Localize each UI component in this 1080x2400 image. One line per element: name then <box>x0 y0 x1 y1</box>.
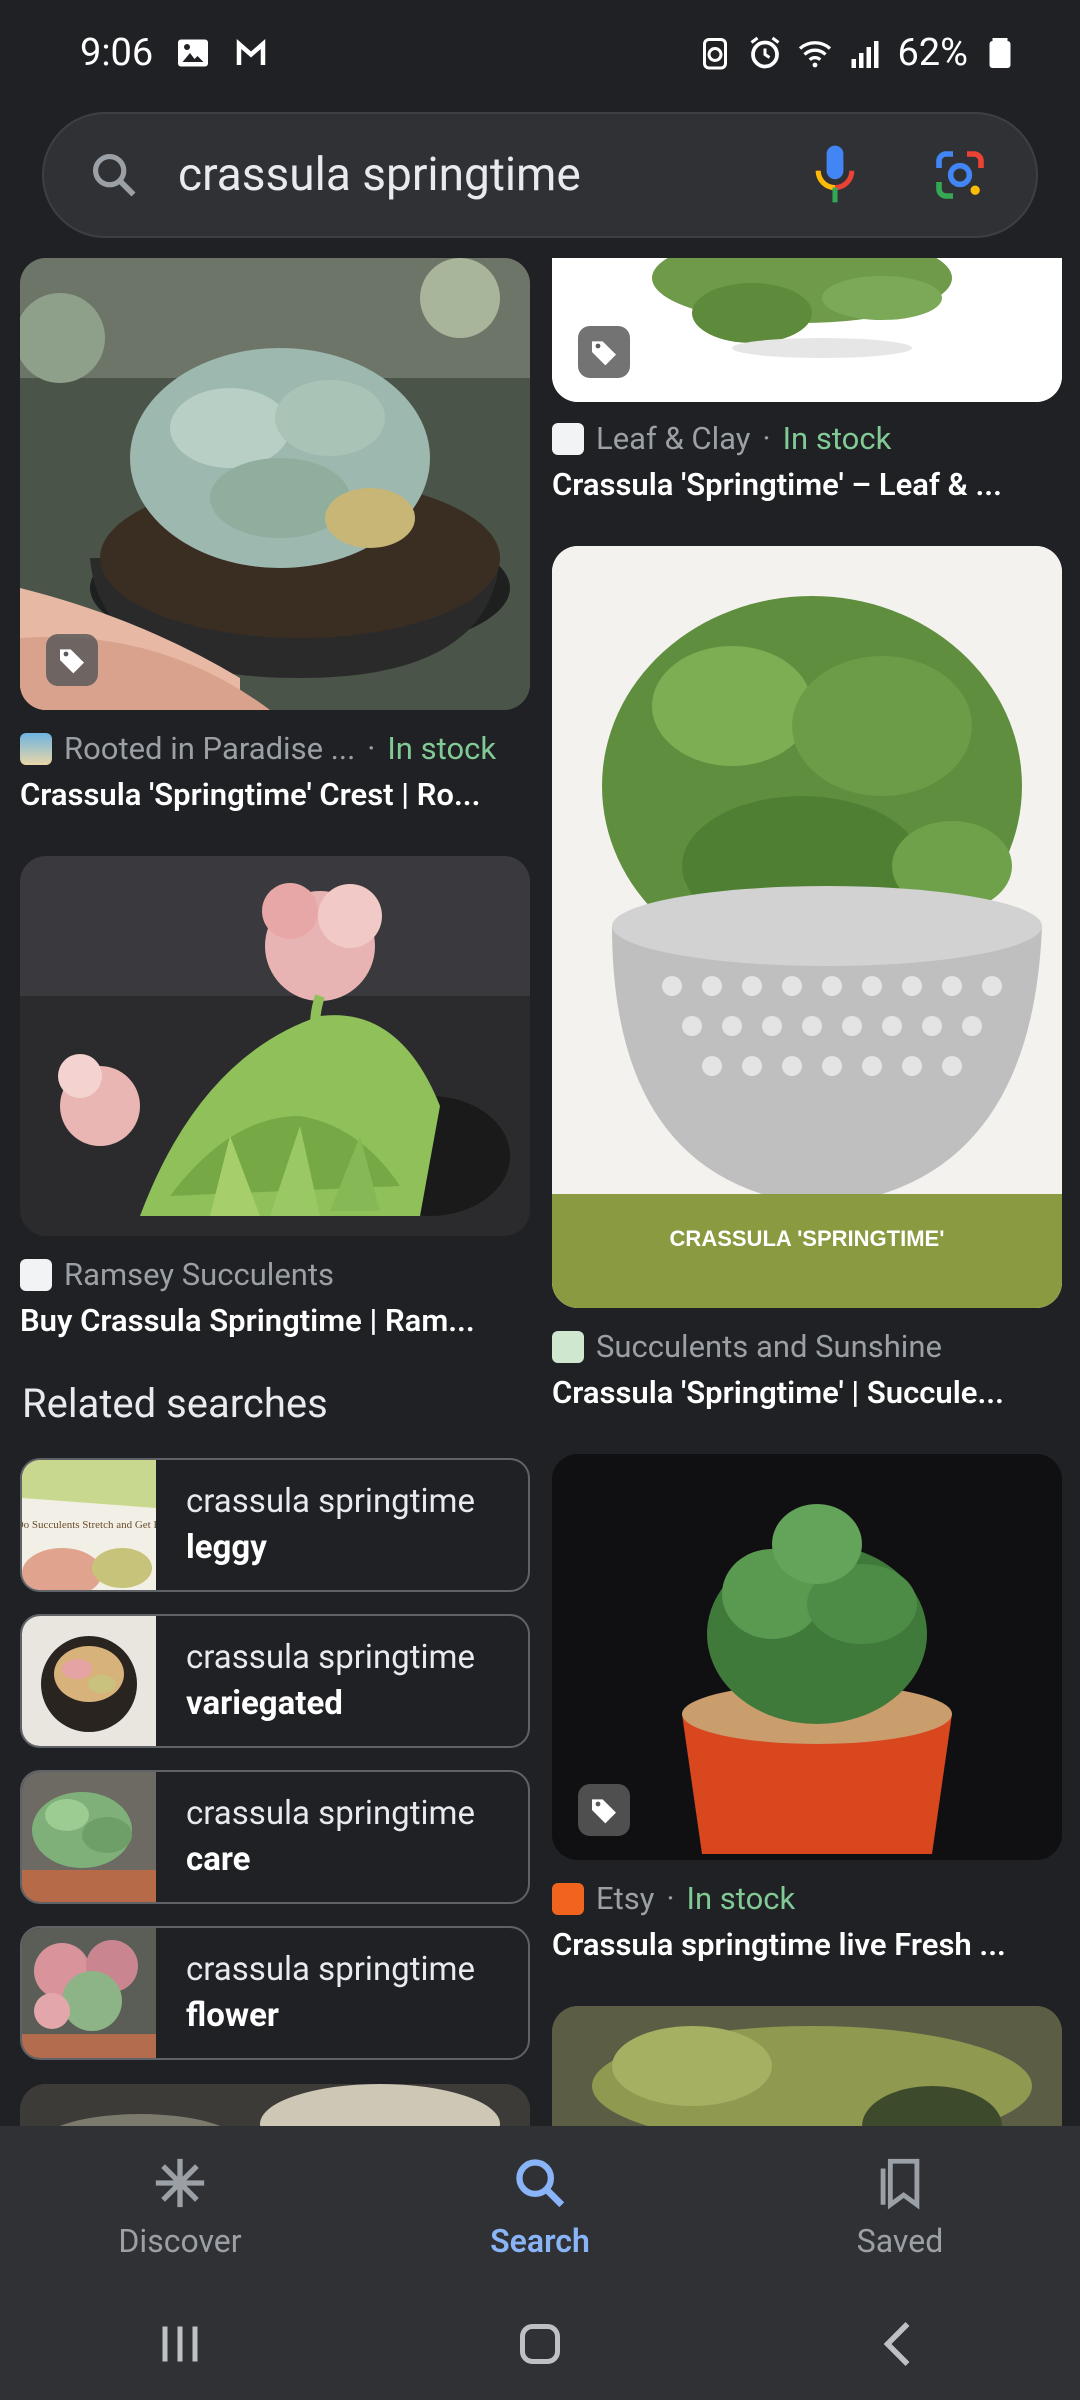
partial-blurred-photo <box>552 2006 1062 2126</box>
result-image-leaf-and-clay[interactable] <box>552 258 1062 402</box>
search-icon <box>516 2159 565 2208</box>
related-suffix: care <box>186 1840 251 1879</box>
status-time: 9:06 <box>80 30 154 75</box>
nav-search[interactable]: Search <box>390 2154 690 2260</box>
related-suffix: leggy <box>186 1528 267 1567</box>
related-search-text: crassula springtime variegated <box>156 1635 475 1727</box>
ramsey-succulents-favicon <box>20 1258 52 1291</box>
related-thumb: Why Do Succulents Stretch and Get Leggy? <box>22 1460 156 1590</box>
image-caption: CRASSULA 'SPRINGTIME' <box>669 1226 945 1251</box>
google-lens-icon[interactable] <box>932 147 988 203</box>
result-image-ramsey-succulents[interactable] <box>20 856 530 1236</box>
related-thumb <box>22 1616 156 1746</box>
stock-status: In stock <box>387 730 497 767</box>
gmail-notification-icon <box>237 38 266 65</box>
succulent-white-bg-photo <box>552 258 1062 402</box>
result-image-partial[interactable] <box>20 2084 530 2126</box>
search-query-text[interactable]: crassula springtime <box>178 148 814 202</box>
microphone-icon[interactable] <box>814 143 856 207</box>
rooted-in-paradise-favicon <box>20 732 52 765</box>
related-thumb <box>22 1772 156 1902</box>
nav-discover[interactable]: Discover <box>30 2154 330 2260</box>
stock-status: In stock <box>686 1880 796 1917</box>
source-name: Rooted in Paradise ... <box>64 730 356 767</box>
stock-status: In stock <box>782 420 892 457</box>
wifi-icon <box>799 40 832 67</box>
result-image-succulents-and-sunshine[interactable]: CRASSULA 'SPRINGTIME' <box>552 546 1062 1308</box>
result-source[interactable]: Etsy · In stock <box>552 1880 1062 1917</box>
battery-percent: 62% <box>897 30 968 75</box>
related-searches-header: Related searches <box>22 1380 328 1427</box>
result-image-etsy[interactable] <box>552 1454 1062 1860</box>
result-title[interactable]: Crassula 'Springtime' Crest | Ro... <box>20 776 530 813</box>
related-search-text: crassula springtime flower <box>156 1947 475 2039</box>
nav-saved-label: Saved <box>856 2222 944 2260</box>
discover-asterisk-icon <box>155 2158 205 2208</box>
home-icon[interactable] <box>510 2314 570 2374</box>
gallery-notification-icon <box>178 39 209 66</box>
result-title[interactable]: Buy Crassula Springtime | Ram... <box>20 1302 530 1339</box>
source-name: Succulents and Sunshine <box>596 1328 942 1365</box>
search-icon <box>92 153 136 197</box>
leaf-and-clay-favicon <box>552 422 584 455</box>
result-title[interactable]: Crassula 'Springtime' | Succule... <box>552 1374 1062 1411</box>
succulents-and-sunshine-favicon <box>552 1330 584 1363</box>
result-source[interactable]: Leaf & Clay · In stock <box>552 420 1062 457</box>
source-name: Ramsey Succulents <box>64 1256 335 1293</box>
search-bar-container: crassula springtime <box>42 112 1038 238</box>
saved-bookmarks-icon <box>880 2158 920 2210</box>
source-name: Leaf & Clay <box>596 420 751 457</box>
system-navigation-bar <box>0 2288 1080 2400</box>
battery-saver-icon <box>703 37 728 69</box>
source-name: Etsy <box>596 1880 655 1917</box>
related-search-text: crassula springtime care <box>156 1791 475 1883</box>
image-results-grid: Rooted in Paradise ... · In stock Crassu… <box>0 258 1080 2126</box>
search-input[interactable]: crassula springtime <box>42 112 1038 238</box>
status-bar: 9:06 62% <box>0 0 1080 105</box>
nav-saved[interactable]: Saved <box>750 2154 1050 2260</box>
shopping-tag-icon <box>578 1784 630 1836</box>
related-prefix: crassula springtime <box>186 1794 475 1833</box>
result-source[interactable]: Succulents and Sunshine <box>552 1328 1062 1365</box>
related-search-care[interactable]: crassula springtime care <box>20 1770 530 1904</box>
result-title[interactable]: Crassula springtime live Fresh ... <box>552 1926 1062 1963</box>
battery-icon <box>989 37 1011 68</box>
etsy-favicon <box>552 1882 584 1915</box>
related-search-flower[interactable]: crassula springtime flower <box>20 1926 530 2060</box>
related-thumb <box>22 1928 156 2058</box>
nav-search-label: Search <box>490 2222 590 2260</box>
back-icon[interactable] <box>870 2314 930 2374</box>
related-search-text: crassula springtime leggy <box>156 1479 475 1571</box>
result-title[interactable]: Crassula 'Springtime' – Leaf & ... <box>552 466 1062 503</box>
nav-discover-label: Discover <box>118 2222 242 2260</box>
thumb-caption: Why Do Succulents Stretch and Get Leggy? <box>22 1519 156 1531</box>
flowering-succulent-photo <box>20 856 530 1236</box>
bottom-navigation: Discover Search Saved <box>0 2126 1080 2288</box>
related-suffix: variegated <box>186 1684 343 1723</box>
result-source[interactable]: Ramsey Succulents <box>20 1256 530 1293</box>
recent-apps-icon[interactable] <box>150 2314 210 2374</box>
shopping-tag-icon <box>46 634 98 686</box>
related-suffix: flower <box>186 1996 279 2035</box>
partial-photo <box>20 2084 530 2126</box>
related-search-variegated[interactable]: crassula springtime variegated <box>20 1614 530 1748</box>
result-image-rooted-in-paradise[interactable] <box>20 258 530 710</box>
result-source[interactable]: Rooted in Paradise ... · In stock <box>20 730 530 767</box>
result-image-partial-right[interactable] <box>552 2006 1062 2126</box>
related-search-leggy[interactable]: Why Do Succulents Stretch and Get Leggy?… <box>20 1458 530 1592</box>
potted-succulent-photo <box>552 546 1062 1308</box>
related-prefix: crassula springtime <box>186 1950 475 1989</box>
shopping-tag-icon <box>578 326 630 378</box>
related-prefix: crassula springtime <box>186 1638 475 1677</box>
related-prefix: crassula springtime <box>186 1482 475 1521</box>
alarm-icon <box>751 36 780 68</box>
signal-icon <box>851 40 879 68</box>
